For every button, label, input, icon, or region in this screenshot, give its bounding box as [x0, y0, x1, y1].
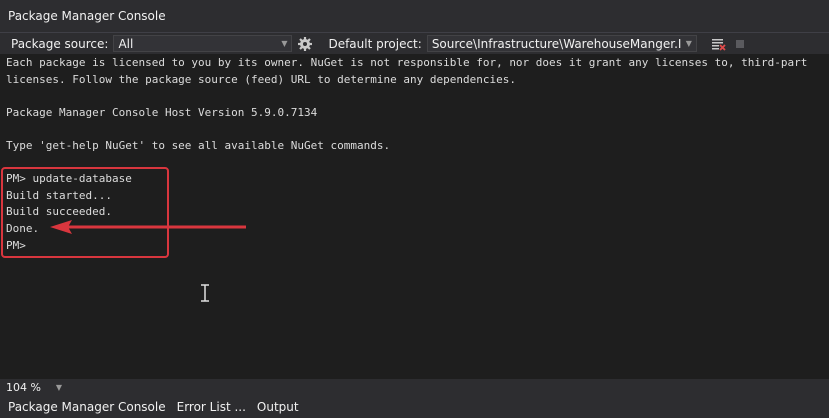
- package-source-value: All: [118, 36, 134, 51]
- default-project-value: Source\Infrastructure\WarehouseManger.In…: [431, 36, 682, 51]
- zoom-value: 104 %: [6, 380, 41, 394]
- window-title-bar: Package Manager Console: [0, 0, 829, 33]
- stop-icon[interactable]: [730, 34, 750, 54]
- console-output[interactable]: Each package is licensed to you by its o…: [0, 54, 829, 379]
- text-cursor-icon: [201, 284, 209, 302]
- settings-gear-icon[interactable]: [295, 34, 315, 54]
- chevron-down-icon: ▼: [55, 382, 62, 392]
- tab-output[interactable]: Output: [257, 400, 299, 414]
- highlight-box: [1, 167, 169, 258]
- default-project-label: Default project:: [328, 36, 422, 51]
- annotation-arrow-icon: [50, 220, 246, 234]
- console-line: licenses. Follow the package source (fee…: [6, 73, 516, 86]
- zoom-dropdown[interactable]: 104 % ▼: [4, 380, 64, 394]
- tab-package-manager-console[interactable]: Package Manager Console: [8, 400, 166, 414]
- clear-console-icon[interactable]: [708, 34, 728, 54]
- chevron-down-icon: ▼: [281, 39, 288, 48]
- bottom-tab-bar: Package Manager Console Error List ... O…: [0, 395, 829, 418]
- console-toolbar: Package source: All ▼ Default project: S…: [0, 33, 829, 54]
- zoom-bar: 104 % ▼: [0, 379, 829, 395]
- console-line: Type 'get-help NuGet' to see all availab…: [6, 139, 391, 152]
- window-title: Package Manager Console: [8, 9, 166, 23]
- tab-error-list[interactable]: Error List ...: [177, 400, 246, 414]
- console-line: Each package is licensed to you by its o…: [6, 56, 808, 69]
- default-project-dropdown[interactable]: Source\Infrastructure\WarehouseManger.In…: [426, 35, 697, 52]
- console-line: Package Manager Console Host Version 5.9…: [6, 106, 318, 119]
- package-source-dropdown[interactable]: All ▼: [113, 35, 293, 52]
- package-source-label: Package source:: [11, 36, 109, 51]
- chevron-down-icon: ▼: [685, 39, 692, 48]
